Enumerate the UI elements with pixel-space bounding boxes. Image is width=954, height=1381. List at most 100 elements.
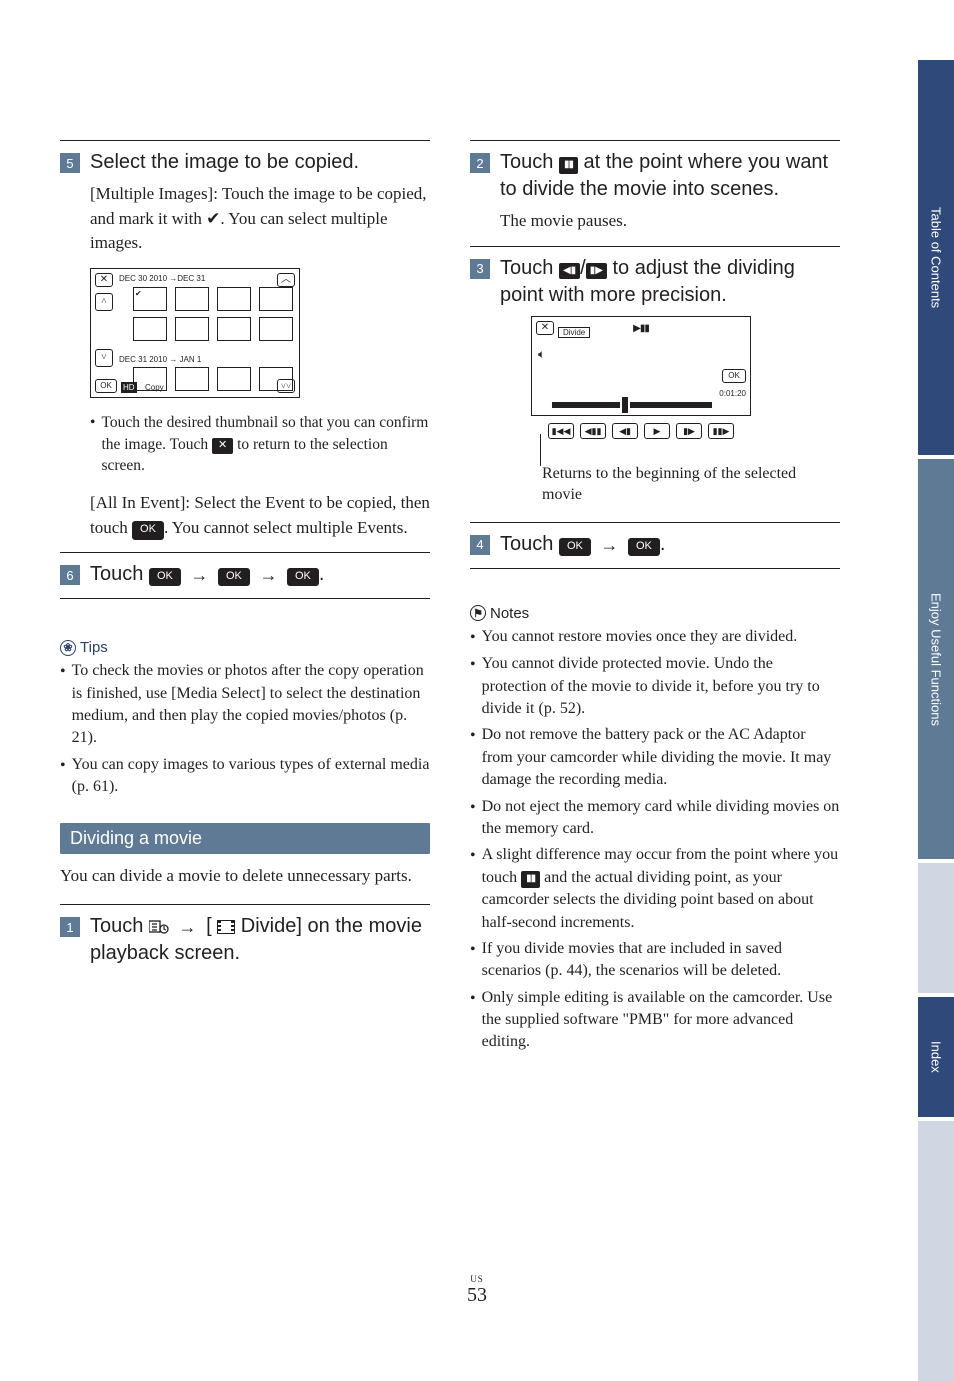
timeline-bar bbox=[552, 402, 712, 408]
step-number: 2 bbox=[470, 153, 490, 173]
options-menu-icon bbox=[149, 920, 169, 934]
arrow-icon: → bbox=[259, 563, 277, 587]
tab-index[interactable]: Index bbox=[918, 997, 954, 1117]
tab-enjoy-useful-functions[interactable]: Enjoy Useful Functions bbox=[918, 459, 954, 859]
thumbnail: ✔ bbox=[133, 287, 167, 311]
ok-button-icon: OK bbox=[218, 568, 250, 586]
step-number: 1 bbox=[60, 917, 80, 937]
ok-button-icon: OK bbox=[628, 538, 660, 556]
date-range-1: DEC 30 2010 →DEC 31 bbox=[119, 274, 205, 283]
list-item: You cannot divide protected movie. Undo … bbox=[470, 653, 840, 720]
notes-label: Notes bbox=[490, 605, 529, 622]
step-6: 6 Touch OK → OK → OK. bbox=[60, 561, 430, 588]
close-icon: ✕ bbox=[536, 321, 554, 335]
tab-spacer bbox=[918, 863, 954, 993]
scroll-down-icon: ˅ bbox=[95, 349, 113, 367]
step-number: 3 bbox=[470, 259, 490, 279]
list-item: Do not eject the memory card while divid… bbox=[470, 796, 840, 841]
tips-label: Tips bbox=[80, 639, 108, 656]
list-item: You cannot restore movies once they are … bbox=[470, 626, 840, 649]
arrow-icon: → bbox=[190, 563, 208, 587]
ok-button-icon: OK bbox=[95, 379, 117, 393]
step-4: 4 Touch OK → OK. bbox=[470, 531, 840, 558]
copy-label: Copy bbox=[145, 383, 164, 392]
thumbnail bbox=[175, 367, 209, 391]
tips-list: To check the movies or photos after the … bbox=[60, 660, 430, 798]
bullet-icon: • bbox=[90, 412, 95, 477]
tab-spacer bbox=[918, 1121, 954, 1381]
prev-frame-icon: ◀▮ bbox=[612, 423, 638, 439]
step-number: 5 bbox=[60, 153, 80, 173]
thumbnail bbox=[217, 367, 251, 391]
thumbnail-selection-figure: ✕ ︿ DEC 30 2010 →DEC 31 ˄ ✔ ˅ DEC 31 201… bbox=[90, 268, 430, 398]
list-item: A slight difference may occur from the p… bbox=[470, 844, 840, 934]
step-5-body-1: [Multiple Images]: Touch the image to be… bbox=[90, 182, 430, 256]
step-heading: Touch ▮▮ at the point where you want to … bbox=[500, 149, 840, 203]
right-column: 2 Touch ▮▮ at the point where you want t… bbox=[470, 140, 840, 1270]
tips-icon: ❀ bbox=[60, 640, 76, 656]
play-pause-icon: ▶▮▮ bbox=[633, 323, 649, 334]
ok-button-icon: OK bbox=[132, 521, 164, 540]
thumbnail bbox=[133, 317, 167, 341]
thumbnail bbox=[217, 317, 251, 341]
next-frame-button-icon: ▮▶ bbox=[586, 263, 607, 280]
thumbnail bbox=[259, 287, 293, 311]
step-2-body: The movie pauses. bbox=[500, 209, 840, 234]
next-frame-icon: ▮▶ bbox=[676, 423, 702, 439]
thumbnail bbox=[175, 287, 209, 311]
notes-heading: ⚑ Notes bbox=[470, 605, 840, 622]
speaker-icon: 🔈︎ bbox=[538, 347, 545, 362]
step-heading: Select the image to be copied. bbox=[90, 149, 430, 176]
tab-table-of-contents[interactable]: Table of Contents bbox=[918, 60, 954, 455]
list-item: You can copy images to various types of … bbox=[60, 754, 430, 799]
play-icon: ▶ bbox=[644, 423, 670, 439]
list-item: Only simple editing is available on the … bbox=[470, 987, 840, 1054]
section-intro: You can divide a movie to delete unneces… bbox=[60, 864, 430, 889]
step-heading: Touch → [ Divide] on the movie playback … bbox=[90, 913, 430, 967]
close-icon: ✕ bbox=[95, 273, 113, 287]
hd-badge: HD bbox=[121, 382, 137, 393]
scroll-up-icon: ˄ bbox=[95, 293, 113, 311]
text: [ bbox=[206, 915, 212, 937]
notes-list: You cannot restore movies once they are … bbox=[470, 626, 840, 1054]
callout-line bbox=[540, 434, 541, 466]
page-body: 5 Select the image to be copied. [Multip… bbox=[60, 140, 850, 1270]
skip-start-icon: ▮◀◀ bbox=[548, 423, 574, 439]
text: . You cannot select multiple Events. bbox=[164, 518, 408, 537]
step-1: 1 Touch → [ Divide] on the movie playbac… bbox=[60, 913, 430, 967]
side-tabs: Table of Contents Enjoy Useful Functions… bbox=[918, 60, 954, 1320]
thumbnail bbox=[259, 317, 293, 341]
text: Touch bbox=[500, 151, 559, 173]
close-button-icon: ✕ bbox=[212, 438, 233, 454]
scroll-top-icon: ︿ bbox=[277, 273, 295, 287]
next-frame-group-icon: ▮▮▶ bbox=[708, 423, 734, 439]
page-number: US 53 bbox=[467, 1274, 487, 1307]
list-item: If you divide movies that are included i… bbox=[470, 938, 840, 983]
step-heading: Touch ◀▮/▮▶ to adjust the dividing point… bbox=[500, 255, 840, 309]
step-heading: Touch OK → OK. bbox=[500, 531, 840, 558]
region-code: US bbox=[467, 1274, 487, 1284]
arrow-icon: → bbox=[179, 915, 197, 939]
step-number: 6 bbox=[60, 565, 80, 585]
scroll-bottom-icon: ˅˅ bbox=[277, 379, 295, 393]
timecode: 0:01:20 bbox=[719, 389, 746, 398]
step-2: 2 Touch ▮▮ at the point where you want t… bbox=[470, 149, 840, 203]
arrow-icon: → bbox=[600, 533, 618, 557]
pause-button-icon: ▮▮ bbox=[559, 157, 578, 174]
text: Touch bbox=[500, 533, 559, 555]
ok-button-icon: OK bbox=[559, 538, 591, 556]
pause-button-icon: ▮▮ bbox=[521, 871, 540, 888]
thumbnail bbox=[175, 317, 209, 341]
checkmark-icon: ✔ bbox=[206, 209, 220, 228]
divide-preview-figure: ✕ Divide ▶▮▮ 🔈︎ OK 0:01:20 ▮◀◀ ◀▮▮ ◀▮ ▶ … bbox=[530, 315, 750, 445]
step-3: 3 Touch ◀▮/▮▶ to adjust the dividing poi… bbox=[470, 255, 840, 309]
prev-frame-group-icon: ◀▮▮ bbox=[580, 423, 606, 439]
thumbnail bbox=[217, 287, 251, 311]
date-range-2: DEC 31 2010 → JAN 1 bbox=[119, 355, 201, 364]
text: Touch bbox=[500, 257, 559, 279]
list-item: To check the movies or photos after the … bbox=[60, 660, 430, 750]
list-item: Do not remove the battery pack or the AC… bbox=[470, 724, 840, 791]
figure-caption: Returns to the beginning of the selected… bbox=[542, 463, 840, 506]
ok-button-icon: OK bbox=[722, 369, 746, 383]
step-5-body-2: [All In Event]: Select the Event to be c… bbox=[90, 491, 430, 540]
